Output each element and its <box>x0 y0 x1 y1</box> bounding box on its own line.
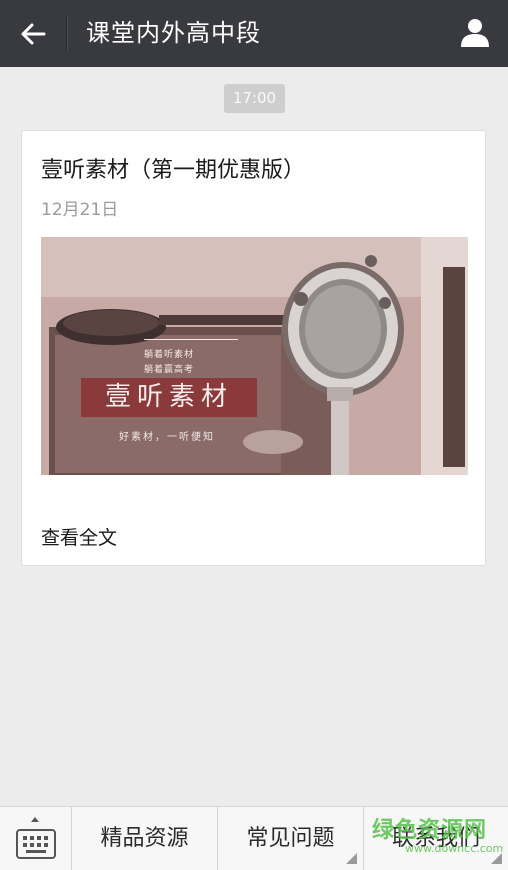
menu-item-contact-us[interactable]: 联系我们 <box>364 807 508 870</box>
person-icon <box>461 19 489 47</box>
cover-rule <box>144 339 238 340</box>
cover-illustration <box>41 237 468 475</box>
cover-line1: 躺着听素材 <box>144 350 195 360</box>
caret-up-icon <box>31 817 39 822</box>
article-card[interactable]: 壹听素材（第一期优惠版） 12月21日 躺着听素材 躺着赢高考 壹听素材 好素材… <box>21 130 486 566</box>
keyboard-icon <box>16 829 56 859</box>
cover-banner: 壹听素材 <box>81 378 257 417</box>
menu-item-premium-resources[interactable]: 精品资源 <box>72 807 218 870</box>
article-date: 12月21日 <box>41 200 119 220</box>
submenu-indicator-icon <box>491 853 502 864</box>
article-title: 壹听素材（第一期优惠版） <box>41 158 306 183</box>
read-more-link[interactable]: 查看全文 <box>41 523 117 550</box>
back-button[interactable] <box>0 0 66 67</box>
header-divider <box>66 16 68 52</box>
keyboard-toggle-button[interactable] <box>0 807 72 870</box>
menu-item-label: 精品资源 <box>100 826 189 851</box>
menu-item-label: 联系我们 <box>391 826 480 851</box>
cover-line2: 躺着赢高考 <box>144 365 195 375</box>
top-bar: 课堂内外高中段 <box>0 0 508 67</box>
profile-button[interactable] <box>442 0 508 67</box>
page-title: 课堂内外高中段 <box>86 19 261 47</box>
cover-tagline: 好素材，一听便知 <box>119 432 215 443</box>
arrow-left-icon <box>21 23 46 45</box>
message-timestamp: 17:00 <box>224 84 285 113</box>
menu-item-label: 常见问题 <box>246 826 335 851</box>
article-cover-image[interactable]: 躺着听素材 躺着赢高考 壹听素材 好素材，一听便知 <box>41 237 468 475</box>
submenu-indicator-icon <box>346 853 357 864</box>
menu-item-faq[interactable]: 常见问题 <box>218 807 364 870</box>
bottom-menu: 精品资源 常见问题 联系我们 <box>0 806 508 870</box>
